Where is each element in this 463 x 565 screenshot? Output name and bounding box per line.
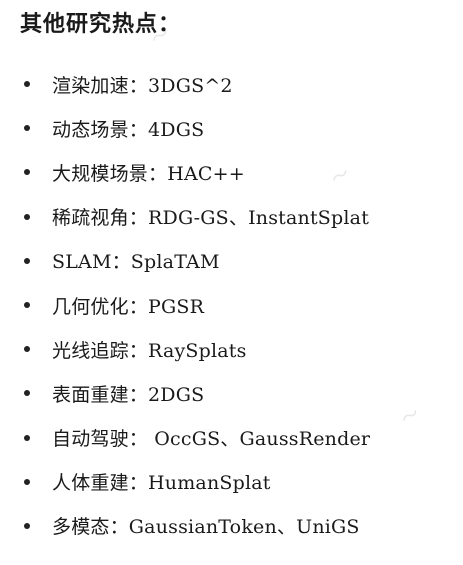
list-item: SLAM：SplaTAM: [20, 239, 370, 283]
list-item-text: 表面重建：2DGS: [52, 383, 205, 406]
bullet-icon: [24, 302, 30, 309]
topic-list: 渲染加速：3DGS^2 动态场景：4DGS 大规模场景：HAC++ 稀疏视角：R…: [20, 62, 370, 548]
bullet-icon: [24, 478, 30, 485]
bullet-icon: [24, 169, 30, 176]
list-item: 稀疏视角：RDG-GS、InstantSplat: [20, 195, 370, 239]
bullet-icon: [24, 213, 30, 220]
list-item-text: 渲染加速：3DGS^2: [52, 74, 233, 97]
list-item-text: 几何优化：PGSR: [52, 295, 205, 318]
list-item: 渲染加速：3DGS^2: [20, 62, 370, 106]
list-item-text: 多模态：GaussianToken、UniGS: [52, 516, 360, 539]
bullet-icon: [24, 257, 30, 264]
list-item-text: 动态场景：4DGS: [52, 118, 205, 141]
bullet-icon: [24, 390, 30, 397]
list-item: 自动驾驶： OccGS、GaussRender: [20, 416, 370, 460]
list-item: 光线追踪：RaySplats: [20, 327, 370, 371]
list-item: 表面重建：2DGS: [20, 371, 370, 415]
list-item: 几何优化：PGSR: [20, 283, 370, 327]
list-item: 人体重建：HumanSplat: [20, 460, 370, 504]
list-item-text: SLAM：SplaTAM: [52, 251, 220, 274]
bullet-icon: [24, 81, 30, 88]
watermark-mark: ～: [397, 398, 431, 431]
list-item-text: 大规模场景：HAC++: [52, 162, 245, 185]
list-item-text: 光线追踪：RaySplats: [52, 339, 247, 362]
slide-page: ～ ～ ～ 其他研究热点： 渲染加速：3DGS^2 动态场景：4DGS 大规模场…: [0, 0, 463, 565]
list-item: 大规模场景：HAC++: [20, 150, 370, 194]
bullet-icon: [24, 434, 30, 441]
list-item-text: 人体重建：HumanSplat: [52, 472, 271, 495]
bullet-icon: [24, 125, 30, 132]
bullet-icon: [24, 522, 30, 529]
bullet-icon: [24, 346, 30, 353]
list-item: 多模态：GaussianToken、UniGS: [20, 504, 370, 548]
list-item-text: 自动驾驶： OccGS、GaussRender: [52, 428, 371, 451]
page-title: 其他研究热点：: [20, 12, 182, 37]
list-item-text: 稀疏视角：RDG-GS、InstantSplat: [52, 207, 370, 230]
list-item: 动态场景：4DGS: [20, 106, 370, 150]
